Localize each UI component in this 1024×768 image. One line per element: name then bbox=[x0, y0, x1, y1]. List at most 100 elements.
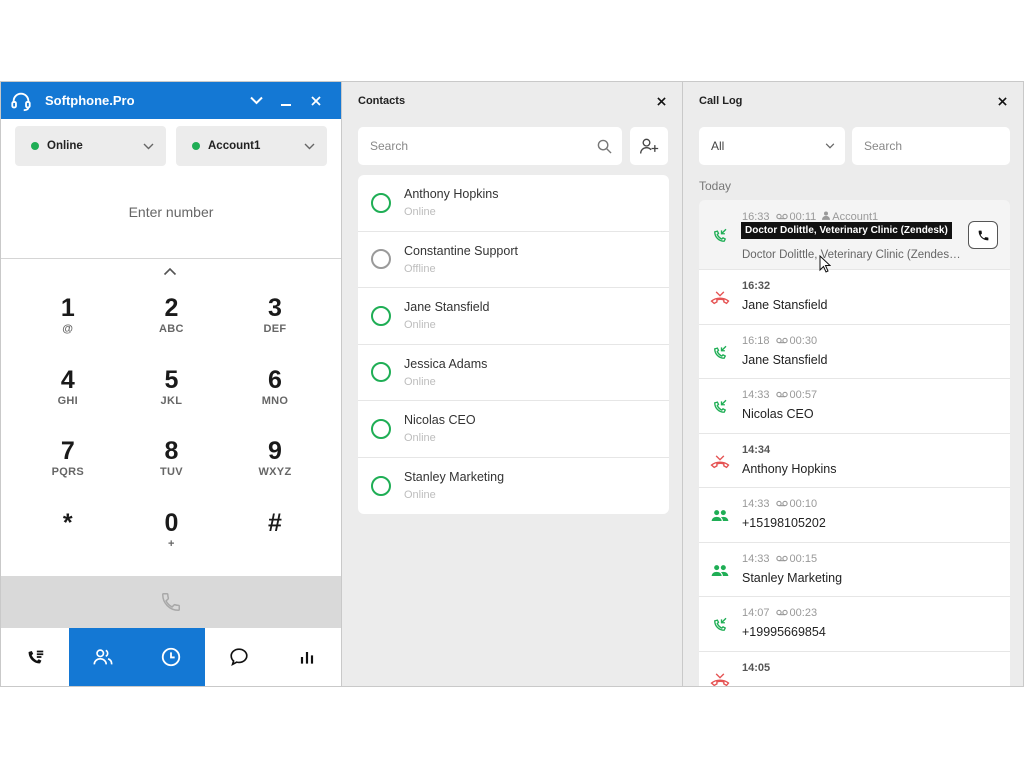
keypad-key-2[interactable]: 2 ABC bbox=[120, 295, 224, 367]
contact-status: Online bbox=[404, 489, 436, 502]
number-input[interactable] bbox=[41, 204, 301, 220]
key-letters: TUV bbox=[159, 466, 183, 478]
call-contact-name: Doctor Dolittle, Veterinary Clinic (Zend… bbox=[742, 249, 961, 261]
key-digit: 6 bbox=[268, 365, 282, 394]
keypad-key-hash[interactable]: # bbox=[223, 508, 327, 582]
voicemail-icon bbox=[775, 335, 788, 347]
call-contact-name: +15198105202 bbox=[742, 516, 826, 530]
presence-ring-icon bbox=[371, 475, 391, 496]
keypad-key-0[interactable]: 0 + bbox=[120, 509, 224, 582]
contact-name: Jessica Adams bbox=[404, 356, 488, 371]
keypad-key-4[interactable]: 4 GHI bbox=[16, 365, 120, 439]
call-log-item[interactable]: 14:34 Anthony Hopkins bbox=[699, 433, 1010, 488]
nav-stats[interactable] bbox=[273, 628, 341, 686]
key-letters: @ bbox=[62, 323, 74, 335]
contact-item[interactable]: Jessica Adams Online bbox=[358, 345, 669, 401]
account-dropdown[interactable]: Account1 bbox=[176, 126, 327, 166]
account-status-dot bbox=[192, 142, 200, 150]
key-letters: WXYZ bbox=[258, 466, 292, 478]
call-log-item[interactable]: 14:33 00:10 +15198105202 bbox=[699, 488, 1010, 543]
contact-name: Jane Stansfield bbox=[404, 300, 490, 315]
call-time: 16:18 bbox=[742, 334, 770, 347]
contact-item[interactable]: Jane Stansfield Online bbox=[358, 288, 669, 345]
call-contact-name: +19995669854 bbox=[742, 625, 826, 639]
key-letters: PQRS bbox=[51, 466, 84, 478]
nav-calls[interactable] bbox=[1, 628, 69, 686]
call-log-item[interactable]: 16:33 00:11 Account1 Doctor Dolittle, Veter… bbox=[699, 200, 1010, 270]
headset-logo-icon bbox=[9, 89, 33, 113]
chevron-down-icon bbox=[143, 143, 154, 149]
contact-item[interactable]: Nicolas CEO Online bbox=[358, 401, 669, 458]
history-icon bbox=[161, 647, 181, 667]
contact-status: Online bbox=[404, 375, 436, 388]
keypad-key-star[interactable]: * bbox=[16, 508, 120, 582]
keypad-key-1[interactable]: 1 @ bbox=[16, 295, 120, 367]
call-log-search-input[interactable] bbox=[864, 139, 1019, 153]
name-tooltip: Doctor Dolittle, Veterinary Clinic (Zend… bbox=[741, 222, 952, 239]
call-duration-value: 00:30 bbox=[789, 334, 818, 347]
call-log-item[interactable]: 14:33 00:57 Nicolas CEO bbox=[699, 379, 1010, 434]
dialer-panel: Softphone.Pro Online Account1 Enter numb… bbox=[1, 82, 342, 686]
status-dropdown[interactable]: Online bbox=[15, 126, 166, 166]
contact-item[interactable]: Stanley Marketing Online bbox=[358, 458, 669, 515]
day-label: Today bbox=[699, 179, 732, 193]
phone-icon bbox=[978, 230, 988, 240]
chevron-up-icon[interactable] bbox=[163, 263, 177, 281]
incoming-call-icon bbox=[710, 226, 730, 246]
contact-list: Anthony Hopkins Online Constantine Support… bbox=[358, 175, 669, 514]
keypad-key-6[interactable]: 6 MNO bbox=[223, 365, 327, 439]
keypad-key-8[interactable]: 8 TUV bbox=[120, 438, 224, 510]
close-icon[interactable] bbox=[301, 86, 331, 116]
call-log-item[interactable]: 14:05 bbox=[699, 651, 1010, 686]
key-letters: MNO bbox=[261, 394, 289, 407]
contacts-title: Contacts bbox=[358, 95, 406, 107]
contacts-search bbox=[358, 127, 622, 165]
key-digit: 2 bbox=[164, 294, 179, 322]
close-icon[interactable] bbox=[993, 92, 1011, 110]
key-digit: 5 bbox=[164, 365, 179, 394]
voicemail-icon bbox=[775, 498, 788, 510]
key-digit: 4 bbox=[60, 365, 75, 394]
keypad-key-9[interactable]: 9 WXYZ bbox=[223, 438, 327, 510]
keypad-key-3[interactable]: 3 DEF bbox=[223, 295, 327, 367]
chevron-down-icon[interactable] bbox=[241, 86, 271, 116]
search-icon[interactable] bbox=[597, 139, 612, 154]
keypad-key-7[interactable]: 7 PQRS bbox=[16, 438, 120, 510]
presence-ring-icon bbox=[371, 418, 391, 439]
call-log-item[interactable]: 16:18 00:30 Jane Stansfield bbox=[699, 324, 1010, 379]
chevron-down-icon bbox=[825, 143, 835, 149]
call-duration: 00:30 bbox=[775, 334, 818, 347]
call-duration: 00:57 bbox=[775, 389, 817, 401]
call-log-title: Call Log bbox=[699, 95, 743, 107]
close-icon[interactable] bbox=[652, 92, 670, 110]
call-duration-value: 00:15 bbox=[789, 552, 818, 565]
keypad-key-5[interactable]: 5 JKL bbox=[120, 365, 224, 439]
contact-item[interactable]: Constantine Support Offline bbox=[358, 232, 669, 288]
contacts-search-input[interactable] bbox=[370, 139, 597, 153]
key-digit: * bbox=[62, 508, 73, 537]
call-log-item[interactable]: 14:33 00:15 Stanley Marketing bbox=[699, 542, 1010, 597]
call-back-button[interactable] bbox=[968, 221, 998, 249]
minimize-icon[interactable] bbox=[271, 86, 301, 116]
contact-status: Online bbox=[404, 206, 436, 219]
call-filter-dropdown[interactable]: All bbox=[699, 127, 845, 165]
call-meta: 14:05 bbox=[742, 662, 770, 674]
nav-contacts[interactable] bbox=[69, 628, 137, 686]
call-meta: 14:33 00:15 bbox=[742, 553, 817, 565]
nav-history[interactable] bbox=[137, 628, 205, 686]
key-letters: JKL bbox=[160, 394, 183, 407]
call-log-item[interactable]: 16:32 Jane Stansfield bbox=[699, 270, 1010, 325]
call-list-icon bbox=[28, 650, 44, 664]
missed-call-icon bbox=[710, 288, 730, 308]
contact-item[interactable]: Anthony Hopkins Online bbox=[358, 175, 669, 232]
nav-chat[interactable] bbox=[205, 628, 273, 686]
call-log-item[interactable]: 14:07 00:23 +19995669854 bbox=[699, 597, 1010, 652]
call-time: 14:05 bbox=[742, 661, 771, 674]
key-digit: # bbox=[268, 508, 282, 537]
add-contact-button[interactable] bbox=[630, 127, 668, 165]
call-duration: 00:15 bbox=[775, 552, 818, 565]
call-filter-value: All bbox=[711, 139, 725, 153]
key-digit: 1 bbox=[60, 294, 75, 322]
call-meta: 14:34 bbox=[742, 444, 770, 456]
call-button[interactable] bbox=[1, 576, 341, 628]
